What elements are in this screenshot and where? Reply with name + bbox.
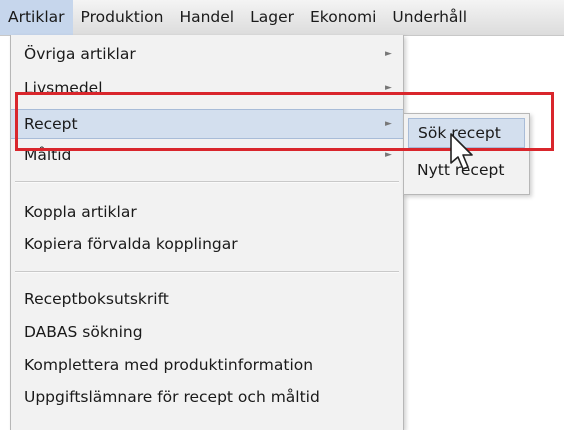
menu-item-maltid[interactable]: Måltid ► xyxy=(11,140,403,170)
recept-submenu: Sök recept Nytt recept xyxy=(403,113,530,195)
menu-produktion[interactable]: Produktion xyxy=(73,0,172,35)
menu-ekonomi[interactable]: Ekonomi xyxy=(302,0,384,35)
chevron-right-icon: ► xyxy=(385,150,392,160)
menu-artiklar[interactable]: Artiklar xyxy=(0,0,73,35)
menu-separator xyxy=(15,181,399,183)
menu-item-komplettera-produktinformation[interactable]: Komplettera med produktinformation xyxy=(11,350,403,380)
artiklar-dropdown-menu: Övriga artiklar ► Livsmedel ► Recept ► M… xyxy=(10,35,404,430)
menu-item-recept[interactable]: Recept ► xyxy=(11,109,403,139)
menu-item-ovriga-artiklar[interactable]: Övriga artiklar ► xyxy=(11,39,403,69)
menu-item-uppgiftslamnare[interactable]: Uppgiftslämnare för recept och måltid xyxy=(11,382,403,412)
menu-item-label: Recept xyxy=(24,115,78,133)
menu-item-label: Livsmedel xyxy=(24,79,103,97)
menu-item-receptboksutskrift[interactable]: Receptboksutskrift xyxy=(11,284,403,314)
menu-bar: Artiklar Produktion Handel Lager Ekonomi… xyxy=(0,0,564,36)
menu-handel[interactable]: Handel xyxy=(171,0,242,35)
menu-item-dabas-sokning[interactable]: DABAS sökning xyxy=(11,317,403,347)
menu-item-livsmedel[interactable]: Livsmedel ► xyxy=(11,73,403,103)
menu-underhall[interactable]: Underhåll xyxy=(384,0,475,35)
chevron-right-icon: ► xyxy=(385,49,392,59)
menu-item-label: Måltid xyxy=(24,146,72,164)
submenu-item-nytt-recept[interactable]: Nytt recept xyxy=(408,155,525,185)
submenu-item-sok-recept[interactable]: Sök recept xyxy=(408,118,525,148)
chevron-right-icon: ► xyxy=(385,83,392,93)
menu-item-kopiera-forvalda-kopplingar[interactable]: Kopiera förvalda kopplingar xyxy=(11,229,403,259)
menu-item-label: Övriga artiklar xyxy=(24,45,136,63)
menu-item-koppla-artiklar[interactable]: Koppla artiklar xyxy=(11,197,403,227)
menu-separator xyxy=(15,271,399,273)
chevron-right-icon: ► xyxy=(385,119,392,129)
menu-lager[interactable]: Lager xyxy=(242,0,302,35)
